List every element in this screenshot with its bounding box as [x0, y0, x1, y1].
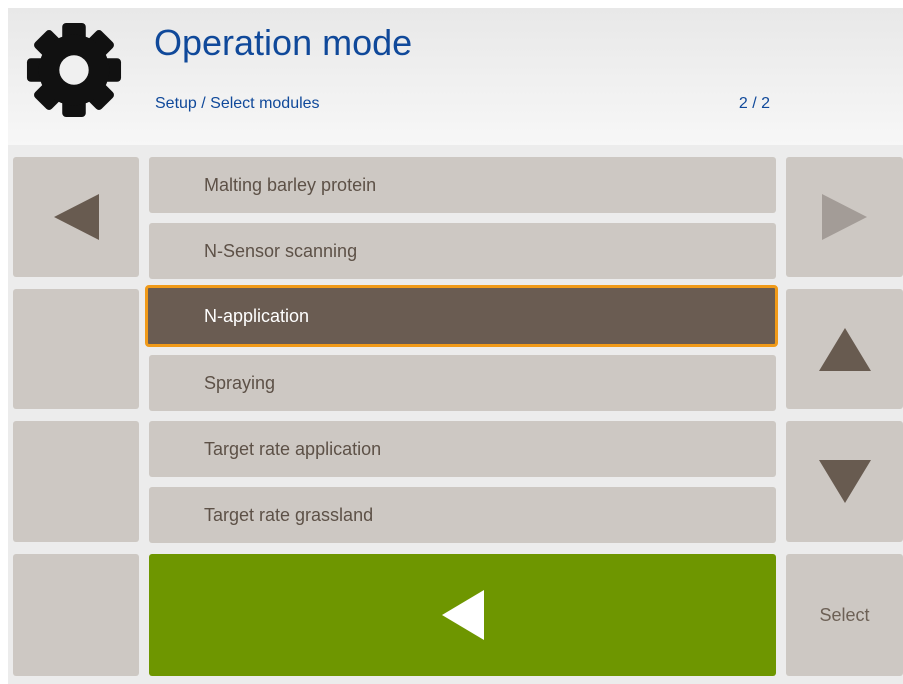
operation-mode-screen: Operation mode Setup / Select modules 2 … — [8, 8, 903, 684]
list-item-target-rate-grassland[interactable]: Target rate grassland — [149, 487, 776, 543]
page-title: Operation mode — [154, 22, 413, 63]
arrow-up-icon — [818, 327, 871, 371]
list-item-malting-barley-protein[interactable]: Malting barley protein — [149, 157, 776, 213]
page-indicator: 2 / 2 — [738, 95, 770, 112]
breadcrumb: Setup / Select modules — [155, 95, 320, 112]
list-item-n-application[interactable]: N-application — [145, 285, 778, 347]
select-button-label: Select — [819, 604, 870, 625]
scroll-up-button[interactable] — [786, 289, 903, 409]
scroll-down-button[interactable] — [786, 421, 903, 542]
list-item-spraying[interactable]: Spraying — [149, 355, 776, 411]
list-item-n-sensor-scanning[interactable]: N-Sensor scanning — [149, 223, 776, 279]
arrow-right-icon — [822, 194, 867, 240]
back-button[interactable] — [149, 554, 776, 676]
header: Operation mode Setup / Select modules 2 … — [8, 8, 903, 145]
gear-icon — [26, 22, 122, 118]
arrow-down-icon — [818, 460, 871, 503]
arrow-left-icon — [53, 194, 99, 240]
left-softkey-4[interactable] — [13, 554, 139, 676]
left-softkey-2[interactable] — [13, 289, 139, 409]
list-item-target-rate-application[interactable]: Target rate application — [149, 421, 776, 477]
previous-page-button[interactable] — [13, 157, 139, 277]
next-page-button[interactable] — [786, 157, 903, 277]
select-button[interactable]: Select — [786, 554, 903, 676]
back-arrow-icon — [441, 590, 484, 640]
left-softkey-3[interactable] — [13, 421, 139, 542]
